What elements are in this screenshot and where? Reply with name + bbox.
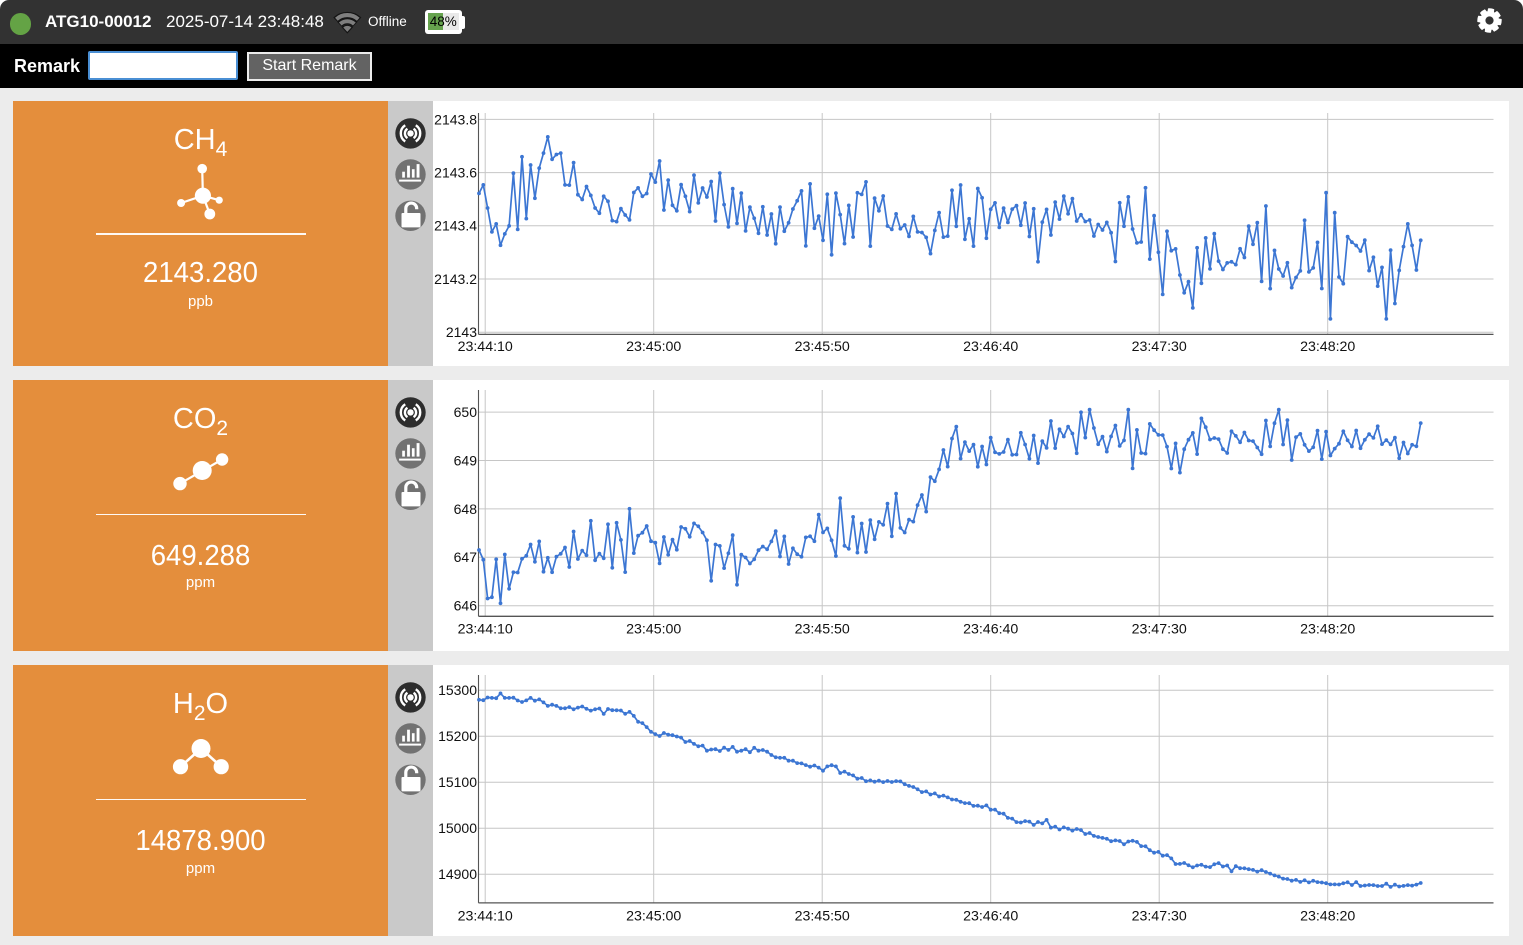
svg-text:23:46:40: 23:46:40 — [963, 339, 1018, 355]
svg-text:23:47:30: 23:47:30 — [1132, 339, 1187, 355]
svg-text:23:48:20: 23:48:20 — [1300, 339, 1355, 355]
svg-text:23:45:50: 23:45:50 — [795, 621, 850, 637]
svg-text:2143.8: 2143.8 — [434, 111, 477, 127]
svg-text:23:44:10: 23:44:10 — [458, 339, 513, 355]
svg-text:23:47:30: 23:47:30 — [1132, 908, 1187, 924]
svg-text:2143.6: 2143.6 — [434, 165, 477, 181]
svg-text:23:45:00: 23:45:00 — [626, 908, 681, 924]
svg-text:647: 647 — [454, 549, 478, 565]
svg-text:23:47:30: 23:47:30 — [1132, 621, 1187, 637]
svg-text:15200: 15200 — [438, 728, 477, 744]
svg-text:646: 646 — [454, 598, 478, 614]
svg-text:649: 649 — [454, 452, 478, 468]
svg-text:650: 650 — [454, 404, 478, 420]
svg-text:23:44:10: 23:44:10 — [458, 908, 513, 924]
svg-text:23:46:40: 23:46:40 — [963, 621, 1018, 637]
svg-text:2143: 2143 — [446, 324, 477, 340]
svg-text:2143.2: 2143.2 — [434, 271, 477, 287]
svg-text:15000: 15000 — [438, 820, 477, 836]
svg-text:2143.4: 2143.4 — [434, 218, 477, 234]
svg-text:648: 648 — [454, 501, 478, 517]
svg-text:15100: 15100 — [438, 774, 477, 790]
svg-text:23:45:50: 23:45:50 — [795, 339, 850, 355]
svg-text:23:48:20: 23:48:20 — [1300, 621, 1355, 637]
svg-text:23:46:40: 23:46:40 — [963, 908, 1018, 924]
svg-text:23:48:20: 23:48:20 — [1300, 908, 1355, 924]
svg-text:15300: 15300 — [438, 682, 477, 698]
svg-text:14900: 14900 — [438, 866, 477, 882]
svg-text:23:44:10: 23:44:10 — [458, 621, 513, 637]
svg-text:23:45:50: 23:45:50 — [795, 908, 850, 924]
svg-text:23:45:00: 23:45:00 — [626, 339, 681, 355]
svg-text:23:45:00: 23:45:00 — [626, 621, 681, 637]
